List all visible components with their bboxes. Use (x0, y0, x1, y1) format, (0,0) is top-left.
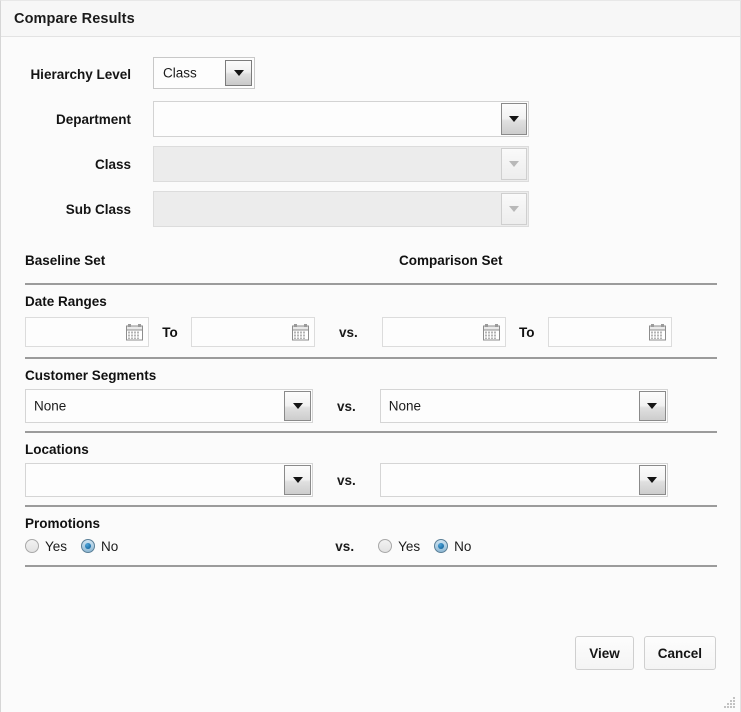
dialog-footer: View Cancel (1, 636, 740, 670)
department-label: Department (1, 112, 131, 127)
locations-label: Locations (25, 442, 740, 457)
department-dropdown-button[interactable] (501, 103, 527, 135)
hierarchy-level-label: Hierarchy Level (1, 67, 131, 82)
class-label: Class (1, 157, 131, 172)
resize-grip[interactable] (724, 696, 737, 709)
department-field (153, 101, 529, 137)
hierarchy-level-value: Class (163, 66, 197, 81)
comparison-customer-segment-value: None (389, 399, 421, 414)
hierarchy-level-row: Hierarchy Level Class (1, 57, 740, 92)
divider (25, 283, 717, 285)
comparison-customer-segment-dropdown-button[interactable] (639, 391, 666, 421)
hierarchy-level-select[interactable]: Class (153, 57, 255, 89)
calendar-icon[interactable] (483, 324, 500, 341)
baseline-customer-segment-dropdown-button[interactable] (284, 391, 311, 421)
calendar-icon[interactable] (126, 324, 143, 341)
calendar-icon[interactable] (649, 324, 666, 341)
sub-class-label: Sub Class (1, 202, 131, 217)
chevron-down-icon (509, 116, 519, 122)
comparison-promotions-no-label: No (454, 539, 471, 554)
comparison-section: Baseline Set Comparison Set Date Ranges (1, 253, 740, 567)
comparison-location-dropdown-button[interactable] (639, 465, 666, 495)
baseline-promotions-no-radio[interactable] (81, 539, 95, 553)
department-row: Department (1, 101, 740, 137)
baseline-date-from-input[interactable] (25, 317, 149, 347)
department-select[interactable] (153, 101, 529, 137)
set-headers: Baseline Set Comparison Set (25, 253, 740, 277)
comparison-date-from-input[interactable] (382, 317, 506, 347)
page-title: Compare Results (14, 11, 135, 27)
hierarchy-level-dropdown-button[interactable] (225, 60, 252, 86)
class-dropdown-button (501, 148, 527, 180)
hierarchy-level-field: Class (153, 57, 255, 92)
comparison-promotions-yes-radio[interactable] (378, 539, 392, 553)
promotions-label: Promotions (25, 516, 740, 531)
baseline-customer-segment-select[interactable]: None (25, 389, 313, 423)
view-button[interactable]: View (575, 636, 634, 670)
divider (25, 565, 717, 567)
promotions-row: Yes No vs. Yes No (25, 533, 740, 559)
baseline-to-label: To (149, 325, 191, 340)
customer-segments-label: Customer Segments (25, 368, 740, 383)
date-ranges-row: To vs. (25, 315, 740, 349)
chevron-down-icon (509, 161, 519, 167)
sub-class-dropdown-button (501, 193, 527, 225)
locations-vs-label: vs. (337, 473, 356, 488)
class-row: Class (1, 146, 740, 182)
divider (25, 431, 717, 433)
chevron-down-icon (234, 70, 244, 76)
calendar-icon[interactable] (292, 324, 309, 341)
comparison-set-header: Comparison Set (399, 253, 503, 268)
comparison-promotions-yes-label: Yes (398, 539, 420, 554)
sub-class-select (153, 191, 529, 227)
promotions-vs-label: vs. (335, 539, 354, 554)
sub-class-row: Sub Class (1, 191, 740, 227)
compare-results-dialog: Compare Results Hierarchy Level Class De… (0, 0, 741, 712)
customer-segments-row: None vs. None (25, 389, 740, 423)
chevron-down-icon (293, 477, 303, 483)
comparison-location-select[interactable] (380, 463, 668, 497)
dialog-titlebar: Compare Results (1, 1, 740, 37)
chevron-down-icon (647, 477, 657, 483)
comparison-to-label: To (506, 325, 548, 340)
date-ranges-label: Date Ranges (25, 294, 740, 309)
divider (25, 505, 717, 507)
comparison-promotions-no-radio[interactable] (434, 539, 448, 553)
class-select (153, 146, 529, 182)
baseline-location-dropdown-button[interactable] (284, 465, 311, 495)
baseline-promotions-yes-radio[interactable] (25, 539, 39, 553)
comparison-date-to-input[interactable] (548, 317, 672, 347)
baseline-location-select[interactable] (25, 463, 313, 497)
hierarchy-section: Hierarchy Level Class Department (1, 37, 740, 227)
chevron-down-icon (293, 403, 303, 409)
baseline-set-header: Baseline Set (25, 253, 105, 268)
cancel-button[interactable]: Cancel (644, 636, 716, 670)
chevron-down-icon (509, 206, 519, 212)
baseline-customer-segment-value: None (34, 399, 66, 414)
baseline-date-to-input[interactable] (191, 317, 315, 347)
baseline-promotions-yes-label: Yes (45, 539, 67, 554)
divider (25, 357, 717, 359)
date-ranges-vs-label: vs. (339, 325, 358, 340)
chevron-down-icon (647, 403, 657, 409)
baseline-promotions-no-label: No (101, 539, 118, 554)
class-field (153, 146, 529, 182)
customer-segments-vs-label: vs. (337, 399, 356, 414)
comparison-customer-segment-select[interactable]: None (380, 389, 668, 423)
sub-class-field (153, 191, 529, 227)
locations-row: vs. (25, 463, 740, 497)
